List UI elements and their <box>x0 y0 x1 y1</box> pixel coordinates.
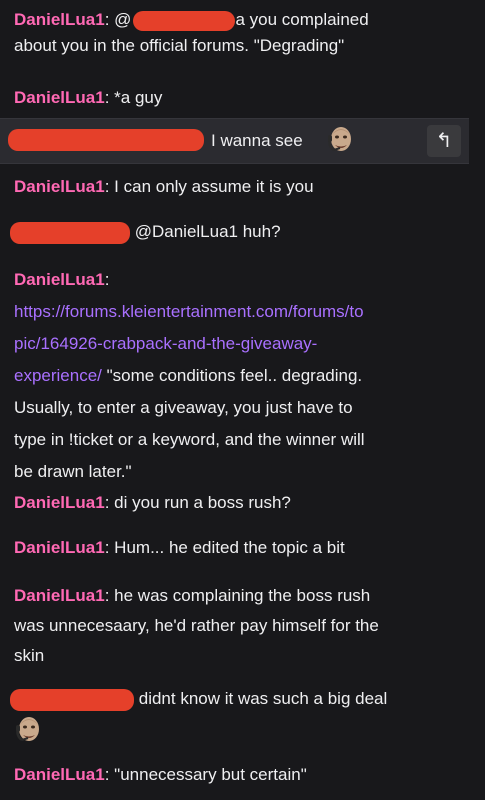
chat-username[interactable]: DanielLua1 <box>14 586 105 605</box>
redaction-mark <box>10 221 130 244</box>
bald-man-headset-emote <box>14 714 44 746</box>
redaction-mark <box>10 688 134 711</box>
chat-colon: : <box>104 493 110 512</box>
mention-at: @ <box>114 10 132 29</box>
chat-message: DanielLua1: @ a you complained about you … <box>14 7 474 59</box>
message-text: was unnecesaary, he'd rather pay himself… <box>14 616 379 635</box>
chat-message: DanielLua1: di you run a boss rush? <box>14 490 474 516</box>
chat-username[interactable]: DanielLua1 <box>14 538 105 557</box>
message-text: he was complaining the boss rush <box>114 586 371 605</box>
chat-message: DanielLua1: I can only assume it is you <box>14 174 474 200</box>
chat-colon: : <box>104 177 110 196</box>
chat-message: DanielLua1: https://forums.kleientertain… <box>14 264 474 488</box>
chat-colon: : <box>104 10 110 29</box>
reply-arrow-icon[interactable]: ↰ <box>427 125 461 157</box>
chat-message: DanielLua1: *a guy <box>14 85 474 111</box>
chat-log: DanielLua1: @ a you complained about you … <box>0 0 485 800</box>
chat-username[interactable]: DanielLua1 <box>14 177 105 196</box>
bald-man-headset-emote <box>326 124 356 156</box>
chat-colon: : <box>104 538 110 557</box>
chat-message: DanielLua1: he was complaining the boss … <box>14 581 474 671</box>
forum-link[interactable]: experience/ <box>14 366 102 385</box>
message-text: didnt know it was such a big deal <box>138 689 388 708</box>
chat-username[interactable]: DanielLua1 <box>14 765 105 784</box>
message-text: I wanna see <box>211 131 303 150</box>
chat-message: didnt know it was such a big deal <box>10 686 474 746</box>
message-text: @DanielLua1 huh? <box>134 222 281 241</box>
chat-message: DanielLua1: "unnecessary but certain" <box>14 762 474 788</box>
forum-link[interactable]: pic/164926-crabpack-and-the-giveaway- <box>14 334 317 353</box>
message-text: skin <box>14 646 45 665</box>
message-text: a you complained <box>235 10 369 29</box>
chat-username[interactable]: DanielLua1 <box>14 88 105 107</box>
chat-message: @DanielLua1 huh? <box>10 219 474 245</box>
message-text: about you in the official forums. "Degra… <box>14 36 345 55</box>
chat-colon: : <box>104 765 110 784</box>
chat-username[interactable]: DanielLua1 <box>14 10 105 29</box>
message-text: Hum... he edited the topic a bit <box>114 538 345 557</box>
message-text: "unnecessary but certain" <box>114 765 307 784</box>
message-text: *a guy <box>114 88 163 107</box>
chat-username[interactable]: DanielLua1 <box>14 270 105 289</box>
message-text: type in !ticket or a keyword, and the wi… <box>14 430 365 449</box>
forum-link[interactable]: https://forums.kleientertainment.com/for… <box>14 302 364 321</box>
chat-colon: : <box>104 270 110 289</box>
message-text: di you run a boss rush? <box>114 493 291 512</box>
chat-message: DanielLua1: Hum... he edited the topic a… <box>14 535 474 561</box>
message-text: I can only assume it is you <box>114 177 314 196</box>
chat-colon: : <box>104 586 110 605</box>
chat-colon: : <box>104 88 110 107</box>
message-text: be drawn later." <box>14 462 132 481</box>
chat-username[interactable]: DanielLua1 <box>14 493 105 512</box>
redaction-mark <box>133 10 236 31</box>
message-text: Usually, to enter a giveaway, you just h… <box>14 398 353 417</box>
chat-message-highlighted[interactable]: I wanna see ↰ <box>0 118 469 164</box>
redaction-mark <box>8 129 204 151</box>
message-text: "some conditions feel.. degrading. <box>101 366 363 385</box>
